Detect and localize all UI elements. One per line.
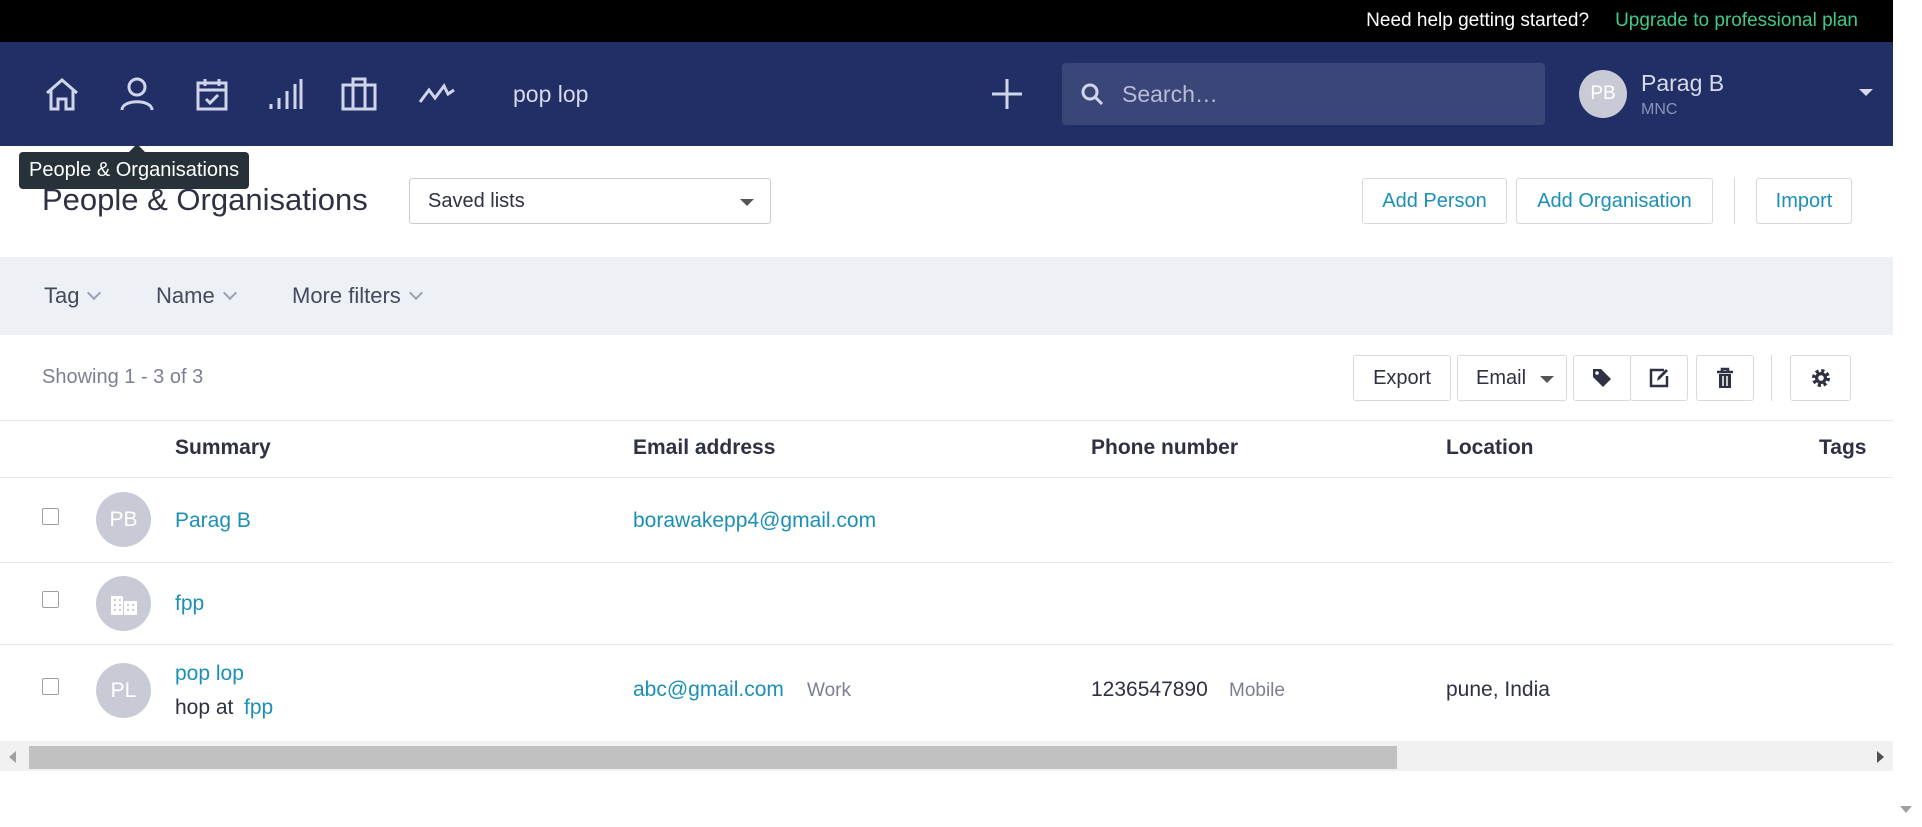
avatar: PB	[1579, 70, 1627, 118]
add-icon[interactable]	[985, 72, 1029, 116]
search-placeholder: Search…	[1122, 80, 1218, 107]
page-title: People & Organisations	[42, 182, 368, 217]
export-button[interactable]: Export	[1353, 355, 1451, 401]
saved-lists-label: Saved lists	[428, 189, 525, 212]
job-title: hop at	[175, 696, 234, 719]
top-banner: Need help getting started? Upgrade to pr…	[0, 0, 1922, 42]
pipeline-icon[interactable]	[263, 42, 307, 146]
table-row[interactable]: fpp	[0, 563, 1893, 644]
add-organisation-button[interactable]: Add Organisation	[1516, 178, 1713, 224]
organisation-avatar	[96, 576, 151, 631]
row-checkbox[interactable]	[42, 591, 59, 608]
col-email[interactable]: Email address	[633, 436, 775, 460]
more-filters[interactable]: More filters	[292, 257, 423, 335]
chevron-down-icon	[1859, 89, 1873, 96]
phone-number: 1236547890	[1091, 678, 1208, 701]
settings-button[interactable]	[1790, 355, 1851, 401]
chevron-down-icon	[222, 285, 237, 301]
upgrade-link[interactable]: Upgrade to professional plan	[1615, 10, 1858, 32]
saved-lists-select[interactable]: Saved lists	[409, 178, 771, 224]
tag-filter[interactable]: Tag	[44, 257, 102, 335]
contact-name-link[interactable]: Parag B	[175, 509, 251, 533]
edit-icon	[1649, 368, 1669, 388]
name-filter[interactable]: Name	[156, 257, 237, 335]
col-summary[interactable]: Summary	[175, 436, 271, 460]
user-menu[interactable]: PB Parag B MNC	[1579, 42, 1879, 146]
tag-filter-label: Tag	[44, 283, 80, 308]
divider	[1734, 178, 1735, 224]
chevron-down-icon	[740, 199, 754, 206]
filter-bar: Tag Name More filters	[0, 257, 1893, 335]
name-filter-label: Name	[156, 283, 215, 308]
email-link[interactable]: borawakepp4@gmail.com	[633, 509, 876, 533]
building-icon	[110, 595, 137, 615]
contact-name-link[interactable]: pop lop	[175, 662, 244, 686]
divider	[0, 420, 1893, 421]
chevron-down-icon	[408, 285, 423, 301]
user-org: MNC	[1641, 100, 1678, 118]
chevron-down-icon	[1540, 376, 1554, 383]
col-phone[interactable]: Phone number	[1091, 436, 1238, 460]
organisation-link[interactable]: fpp	[244, 696, 273, 720]
scrollbar-thumb[interactable]	[29, 746, 1397, 769]
help-text: Need help getting started?	[1366, 10, 1590, 31]
import-button[interactable]: Import	[1756, 178, 1852, 224]
gear-icon	[1811, 369, 1830, 387]
user-name: Parag B	[1641, 69, 1725, 96]
email-button-label: Email	[1476, 366, 1527, 389]
phone-type: Mobile	[1229, 680, 1285, 701]
result-count: Showing 1 - 3 of 3	[42, 366, 204, 388]
divider	[1771, 355, 1772, 401]
tag-icon	[1593, 369, 1611, 387]
home-icon[interactable]	[40, 42, 84, 146]
people-icon[interactable]	[115, 42, 159, 146]
col-tags[interactable]: Tags	[1819, 436, 1866, 460]
organisation-name-link[interactable]: fpp	[175, 592, 204, 616]
delete-button[interactable]	[1696, 355, 1754, 401]
calendar-icon[interactable]	[190, 42, 234, 146]
col-location[interactable]: Location	[1446, 436, 1534, 460]
add-person-button[interactable]: Add Person	[1362, 178, 1507, 224]
email-link[interactable]: abc@gmail.com	[633, 678, 784, 702]
chevron-down-icon	[87, 285, 102, 301]
email-button[interactable]: Email	[1457, 355, 1567, 401]
main-nav: pop lop Search… PB Parag B MNC	[0, 42, 1893, 146]
edit-button[interactable]	[1630, 355, 1688, 401]
activity-icon[interactable]	[415, 42, 459, 146]
horizontal-scrollbar[interactable]	[0, 741, 1893, 771]
row-checkbox[interactable]	[42, 508, 59, 525]
recent-item[interactable]: pop lop	[513, 42, 588, 146]
cases-icon[interactable]	[337, 42, 381, 146]
email-type: Work	[807, 680, 851, 701]
trash-icon	[1717, 367, 1733, 388]
search-input[interactable]: Search…	[1062, 63, 1545, 125]
scroll-right-icon[interactable]	[1877, 751, 1884, 763]
avatar: PL	[96, 663, 151, 718]
table-row[interactable]: PL pop lop hop at fpp abc@gmail.com Work…	[0, 645, 1893, 737]
more-filters-label: More filters	[292, 283, 401, 308]
avatar: PB	[96, 492, 151, 547]
tag-button[interactable]	[1573, 355, 1631, 401]
table-row[interactable]: PB Parag B borawakepp4@gmail.com	[0, 478, 1893, 562]
row-checkbox[interactable]	[42, 678, 59, 695]
scroll-left-icon[interactable]	[9, 751, 16, 763]
vertical-scrollbar[interactable]	[1893, 0, 1922, 827]
search-icon	[1081, 83, 1104, 106]
scroll-down-icon[interactable]	[1900, 806, 1912, 813]
location-text: pune, India	[1446, 678, 1550, 701]
